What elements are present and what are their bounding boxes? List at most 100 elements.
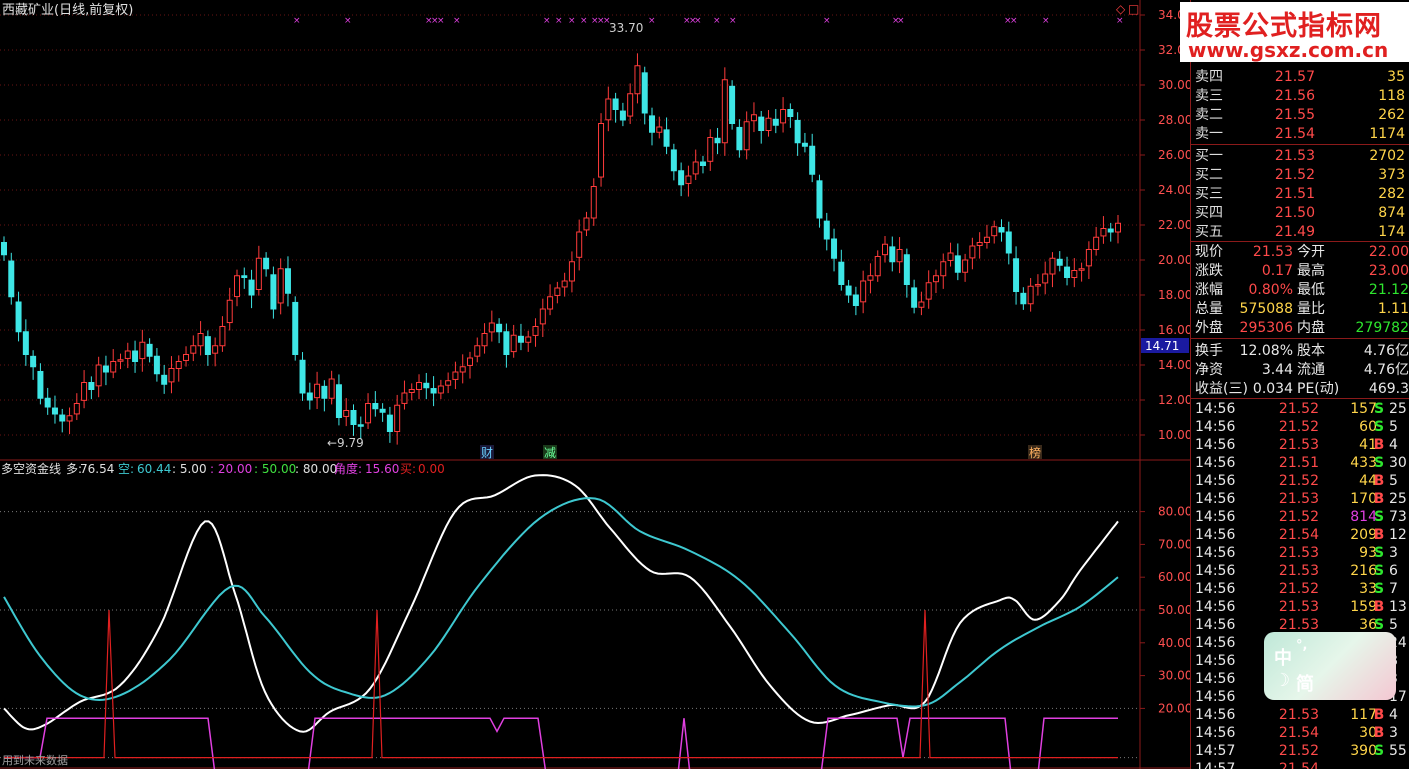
indicator-tick-label: 70.00 xyxy=(1158,537,1190,551)
tick-time: 14:56 xyxy=(1195,617,1236,633)
price-tick-label: 24.00 xyxy=(1158,183,1190,197)
event-marker: × xyxy=(555,16,563,26)
tick-count: 3 xyxy=(1389,545,1398,561)
candle-body xyxy=(1,242,7,256)
tick-row[interactable]: 14:57 21.54 xyxy=(1191,760,1409,769)
tick-row[interactable]: 14:56 21.54 209 B 12 xyxy=(1191,526,1409,544)
bid-volume: 174 xyxy=(1378,224,1405,240)
candle-body xyxy=(954,255,961,273)
tick-row[interactable]: 14:56 21.52 33 S 7 xyxy=(1191,580,1409,598)
tick-count: 3 xyxy=(1389,725,1398,741)
candle-body xyxy=(452,371,459,380)
low-price-label: ←9.79 xyxy=(327,436,364,450)
ime-simplified-toggle[interactable]: 简 xyxy=(1296,670,1314,696)
candle-body xyxy=(619,110,626,121)
divider xyxy=(1191,144,1409,145)
ime-toolbar[interactable]: 中 °, ☽ 简 xyxy=(1264,632,1396,700)
candle-body xyxy=(896,249,903,263)
tick-side: B xyxy=(1373,725,1385,741)
indicator-gridlines xyxy=(0,511,1140,759)
tick-price: 21.52 xyxy=(1278,581,1319,597)
price-tick-label: 14.00 xyxy=(1158,358,1190,372)
ask-price[interactable]: 21.57 xyxy=(1255,68,1315,86)
candle-body xyxy=(947,252,954,261)
tick-price: 21.52 xyxy=(1278,473,1319,489)
candle-body xyxy=(102,365,109,373)
tick-row[interactable]: 14:56 21.53 117 B 4 xyxy=(1191,706,1409,724)
kong-value: 60.44 xyxy=(137,462,171,476)
tick-side: S xyxy=(1373,563,1385,579)
ime-chinese-toggle[interactable]: 中 xyxy=(1274,644,1292,670)
tick-side: B xyxy=(1373,599,1385,615)
candle-body xyxy=(656,126,663,133)
candle-body xyxy=(750,114,757,122)
buy-label: 买: xyxy=(400,462,416,476)
tick-row[interactable]: 14:56 21.53 216 S 6 xyxy=(1191,562,1409,580)
angle-value: 15.60 xyxy=(365,462,399,476)
candle-body xyxy=(685,175,692,184)
indicator-tick-label: 20.00 xyxy=(1158,701,1190,715)
candle-body xyxy=(343,410,350,417)
bid-price[interactable]: 21.51 xyxy=(1255,185,1315,203)
candle-body xyxy=(372,403,379,410)
candle-body xyxy=(459,366,466,373)
price-tick-label: 12.00 xyxy=(1158,393,1190,407)
tick-row[interactable]: 14:57 21.52 390 S 55 xyxy=(1191,742,1409,760)
candle-body xyxy=(22,331,29,355)
quote-value-zuigao: 23.00 xyxy=(1368,263,1409,279)
candle-body xyxy=(670,149,677,172)
ime-punct-toggle[interactable]: °, xyxy=(1296,638,1307,653)
tick-row[interactable]: 14:56 21.52 157 S 25 xyxy=(1191,400,1409,418)
ask-label: 卖二 xyxy=(1195,107,1223,123)
tick-row[interactable]: 14:56 21.53 93 S 3 xyxy=(1191,544,1409,562)
moon-icon[interactable]: ☽ xyxy=(1274,670,1290,691)
tick-row[interactable]: 14:56 21.52 814 S 73 xyxy=(1191,508,1409,526)
bid-price[interactable]: 21.53 xyxy=(1255,147,1315,165)
ranking-marker[interactable]: 榜 xyxy=(1029,445,1041,460)
bid-price[interactable]: 21.49 xyxy=(1255,223,1315,241)
tick-price: 21.53 xyxy=(1278,599,1319,615)
candle-body xyxy=(401,392,408,404)
candle-body xyxy=(219,326,226,347)
candle-body xyxy=(932,275,939,283)
diamond-icon[interactable]: ◇ xyxy=(1116,2,1126,16)
event-marker: × xyxy=(648,16,656,26)
event-marker: × xyxy=(293,16,301,26)
quote-value-xianjia: 21.53 xyxy=(1252,244,1293,260)
candle-body xyxy=(707,137,714,162)
ask-price[interactable]: 21.56 xyxy=(1255,87,1315,105)
tick-row[interactable]: 14:56 21.52 60 S 5 xyxy=(1191,418,1409,436)
quote-value-neipan: 279782 xyxy=(1355,320,1409,336)
reduce-marker[interactable]: 减 xyxy=(544,446,556,460)
candle-body xyxy=(66,415,73,422)
candle-body xyxy=(568,261,575,282)
candle-body xyxy=(867,275,874,281)
candle-body xyxy=(1013,258,1020,292)
tick-time: 14:56 xyxy=(1195,509,1236,525)
bid-price[interactable]: 21.52 xyxy=(1255,166,1315,184)
finance-marker[interactable]: 财 xyxy=(481,446,493,460)
tick-time: 14:56 xyxy=(1195,599,1236,615)
price-tick-label: 16.00 xyxy=(1158,323,1190,337)
tick-row[interactable]: 14:56 21.53 170 B 25 xyxy=(1191,490,1409,508)
quote-value-guben: 4.76亿 xyxy=(1363,343,1409,359)
candle-body xyxy=(758,116,765,132)
level-1: : 5.00 xyxy=(172,462,207,476)
ask-price[interactable]: 21.54 xyxy=(1255,125,1315,143)
candle-body xyxy=(787,109,794,117)
tick-row[interactable]: 14:56 21.53 41 B 4 xyxy=(1191,436,1409,454)
event-marker: × xyxy=(568,16,576,26)
candle-body xyxy=(153,355,160,375)
candle-body xyxy=(983,236,990,243)
tick-row[interactable]: 14:56 21.53 159 B 13 xyxy=(1191,598,1409,616)
ask-price[interactable]: 21.55 xyxy=(1255,106,1315,124)
restore-window-icon[interactable]: □ xyxy=(1128,2,1139,16)
bid-price[interactable]: 21.50 xyxy=(1255,204,1315,222)
chart-area[interactable]: 34.0032.0030.0028.0026.0024.0022.0020.00… xyxy=(0,0,1190,769)
candle-body xyxy=(605,98,612,121)
price-tick-label: 28.00 xyxy=(1158,113,1190,127)
tick-row[interactable]: 14:56 21.54 30 B 3 xyxy=(1191,724,1409,742)
price-tick-label: 22.00 xyxy=(1158,218,1190,232)
tick-row[interactable]: 14:56 21.52 44 B 5 xyxy=(1191,472,1409,490)
tick-row[interactable]: 14:56 21.51 433 S 30 xyxy=(1191,454,1409,472)
